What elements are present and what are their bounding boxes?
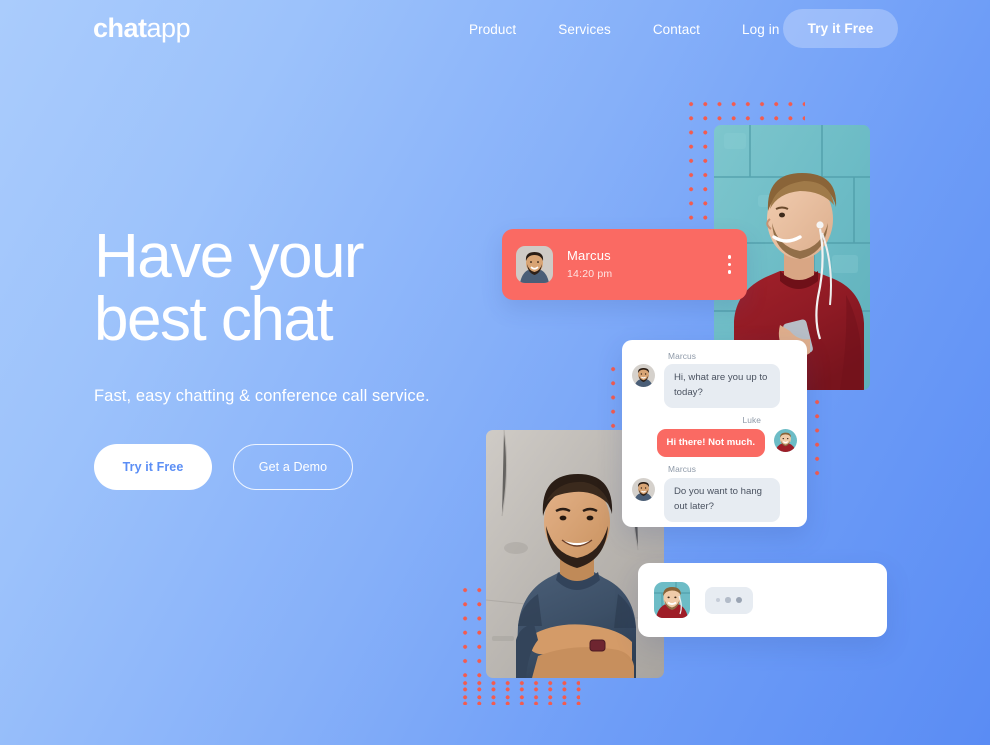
chat-message: Marcus Do you want to hang out later? bbox=[632, 464, 797, 522]
top-navigation-bar: chatapp Product Services Contact Log in … bbox=[0, 0, 990, 58]
message-bubble: Hi, what are you up to today? bbox=[664, 364, 780, 409]
brand-logo[interactable]: chatapp bbox=[93, 13, 191, 43]
nav-try-it-free-button[interactable]: Try it Free bbox=[783, 9, 898, 48]
avatar-marcus-small bbox=[632, 477, 655, 501]
landing-hero-page: Marcus 14:20 pm Marcus Hi, what are you … bbox=[0, 0, 990, 745]
nav-item-services[interactable]: Services bbox=[537, 22, 632, 37]
avatar-luke bbox=[654, 582, 690, 618]
contact-meta: Marcus 14:20 pm bbox=[567, 248, 726, 280]
hero-try-it-free-button[interactable]: Try it Free bbox=[94, 444, 212, 491]
chat-message: Luke Hi there! Not much. bbox=[632, 415, 797, 458]
avatar-marcus-small bbox=[632, 364, 655, 388]
message-sender: Marcus bbox=[668, 351, 697, 361]
contact-name: Marcus bbox=[567, 248, 611, 264]
contact-card[interactable]: Marcus 14:20 pm bbox=[502, 229, 747, 300]
hero-subheadline: Fast, easy chatting & conference call se… bbox=[94, 387, 430, 406]
message-bubble: Do you want to hang out later? bbox=[664, 477, 780, 522]
avatar-marcus bbox=[516, 246, 553, 283]
message-sender: Luke bbox=[742, 415, 761, 426]
chat-message: Marcus Hi, what are you up to today? bbox=[632, 351, 797, 409]
nav-item-product[interactable]: Product bbox=[448, 22, 537, 37]
hero-content: Have your best chat Fast, easy chatting … bbox=[94, 222, 494, 491]
avatar-luke-small bbox=[774, 428, 797, 452]
hero-get-a-demo-button[interactable]: Get a Demo bbox=[233, 444, 353, 491]
hero-cta-group: Try it Free Get a Demo bbox=[94, 444, 494, 491]
typing-indicator-card bbox=[638, 563, 887, 637]
brand-logo-light: app bbox=[146, 13, 191, 43]
dot-pattern-bottom-bar bbox=[458, 676, 580, 706]
contact-time: 14:20 pm bbox=[567, 267, 613, 280]
typing-dots-icon bbox=[705, 586, 753, 614]
dot-pattern-chat-right bbox=[810, 395, 822, 485]
nav-item-contact[interactable]: Contact bbox=[632, 22, 721, 37]
kebab-menu-icon[interactable] bbox=[726, 253, 733, 275]
message-sender: Marcus bbox=[668, 464, 697, 475]
chat-window: Marcus Hi, what are you up to today? Luk… bbox=[622, 340, 807, 527]
hero-headline: Have your best chat bbox=[94, 222, 365, 355]
nav-links: Product Services Contact Log in bbox=[448, 0, 800, 58]
message-bubble: Hi there! Not much. bbox=[656, 428, 765, 458]
brand-logo-bold: chat bbox=[93, 13, 147, 43]
